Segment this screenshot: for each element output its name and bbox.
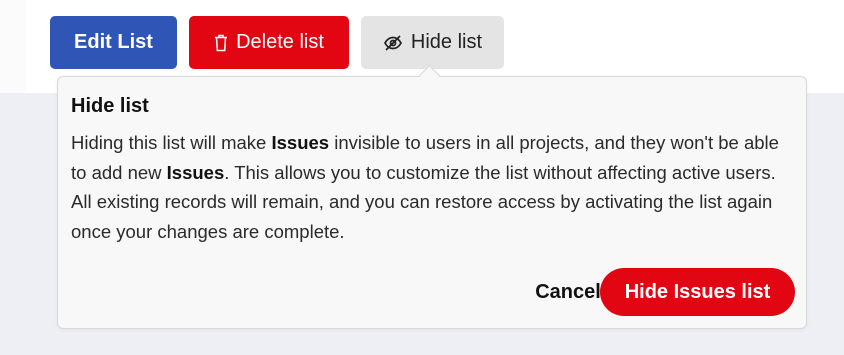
trash-icon [214, 34, 228, 52]
edit-list-label: Edit List [74, 31, 153, 53]
hide-list-button[interactable]: Hide list [361, 16, 504, 69]
popover-body-entity: Issues [166, 161, 225, 183]
delete-list-label: Delete list [236, 31, 324, 53]
hide-list-label: Hide list [410, 31, 483, 53]
left-strip [0, 0, 26, 93]
popover-title: Hide list [71, 95, 149, 117]
popover-body: Hiding this list will make Issues invisi… [71, 128, 796, 246]
hide-issues-list-button[interactable]: Hide Issues list [600, 268, 795, 316]
popover-body-text: Hiding this list will make [71, 132, 272, 153]
cancel-button[interactable]: Cancel [528, 268, 608, 316]
popover-body-entity: Issues [271, 132, 330, 153]
hide-list-popover: Hide list Hiding this list will make Iss… [57, 76, 807, 329]
eye-slash-icon [383, 34, 403, 51]
delete-list-button[interactable]: Delete list [189, 16, 349, 69]
edit-list-button[interactable]: Edit List [50, 16, 177, 69]
